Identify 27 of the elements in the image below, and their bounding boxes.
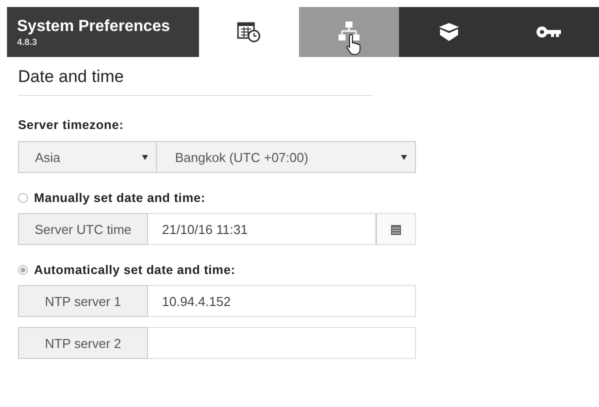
radio-button[interactable] — [18, 193, 28, 203]
key-icon — [536, 24, 562, 40]
radio-button[interactable] — [18, 265, 28, 275]
input-field[interactable]: 21/10/16 11:31 — [148, 213, 376, 245]
section-title: Date and time — [18, 67, 373, 96]
box-icon — [437, 21, 461, 43]
pointer-cursor-icon — [346, 33, 362, 55]
hierarchy-icon — [337, 21, 361, 43]
app-title: System Preferences — [17, 18, 171, 36]
version-label: 4.8.3 — [17, 36, 38, 46]
input-field[interactable] — [148, 327, 416, 359]
caret-icon — [142, 154, 148, 160]
calendar-button[interactable] — [376, 213, 416, 245]
region-select[interactable]: Asia — [18, 141, 157, 173]
caret-icon — [401, 154, 407, 160]
field-label: NTP server 1 — [18, 285, 148, 317]
radio-label: Automatically set date and time: — [34, 263, 236, 277]
field-label: NTP server 2 — [18, 327, 148, 359]
key-tab[interactable] — [499, 7, 599, 57]
timezone-label: Server timezone: — [18, 118, 124, 132]
city-select[interactable]: Bangkok (UTC +07:00) — [157, 141, 416, 173]
radio-label: Manually set date and time: — [34, 191, 206, 205]
input-field[interactable]: 10.94.4.152 — [148, 285, 416, 317]
calendar-icon — [391, 224, 401, 234]
calendar-clock-icon — [237, 21, 261, 43]
box-tab[interactable] — [399, 7, 499, 57]
field-label: Server UTC time — [18, 213, 148, 245]
